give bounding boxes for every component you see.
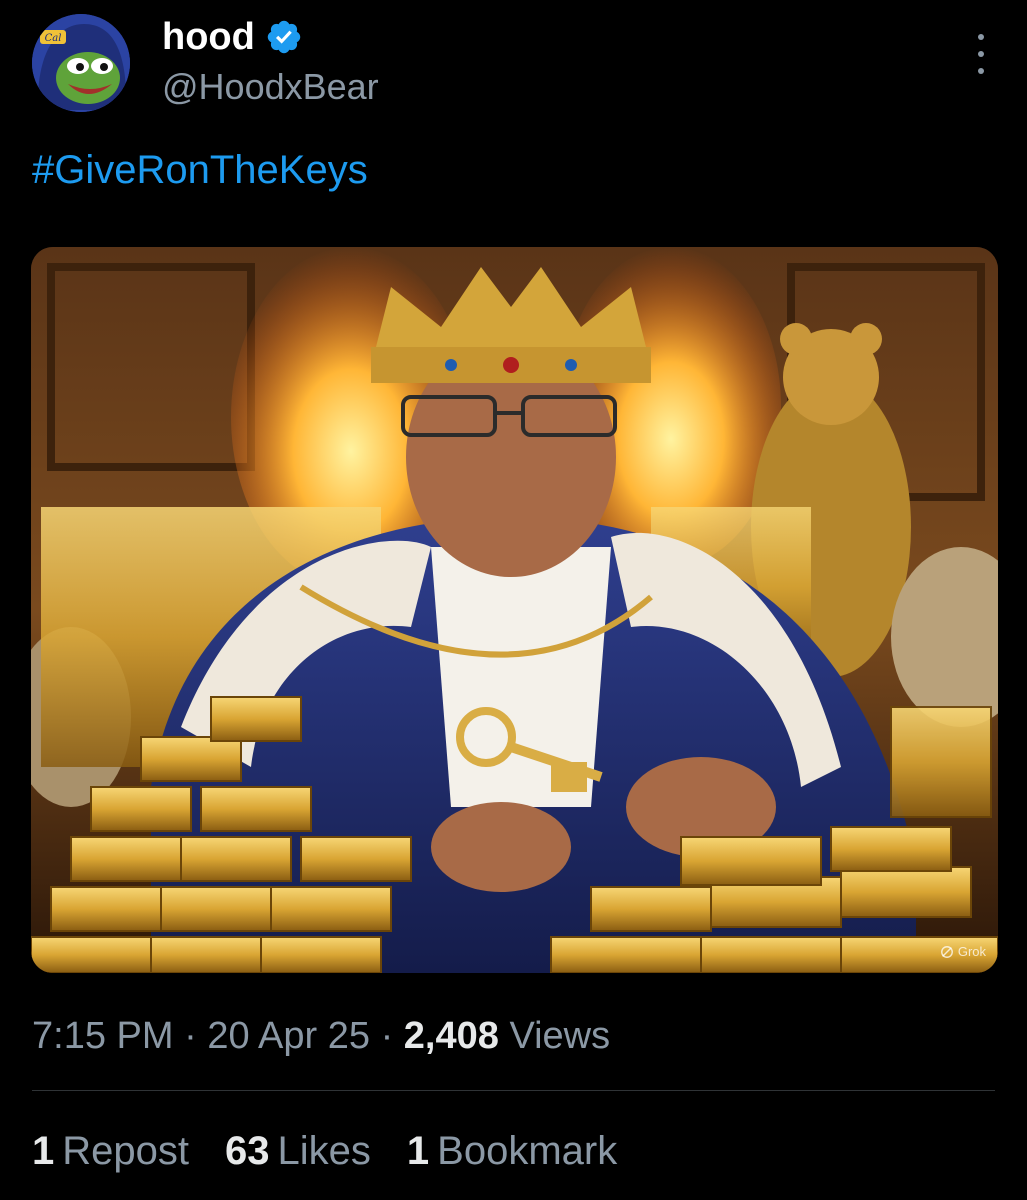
media-watermark: Grok xyxy=(940,944,986,959)
likes-label: Likes xyxy=(277,1129,371,1173)
verified-badge-icon[interactable] xyxy=(265,18,303,56)
bookmarks-label: Bookmark xyxy=(437,1129,618,1173)
reposts-label: Repost xyxy=(62,1129,189,1173)
hashtag-link[interactable]: #GiveRonTheKeys xyxy=(32,148,368,192)
author-handle[interactable]: @HoodxBear xyxy=(162,64,379,110)
views-label: Views xyxy=(509,1015,611,1057)
avatar[interactable]: Cal xyxy=(32,14,130,112)
avatar-image: Cal xyxy=(32,14,130,112)
views-count: 2,408 xyxy=(403,1015,499,1057)
post-media-image[interactable]: Grok xyxy=(31,247,998,973)
divider xyxy=(32,1090,995,1091)
more-options-icon[interactable] xyxy=(969,34,993,74)
post-meta: 7:15 PM · 20 Apr 25 · 2,408 Views xyxy=(32,1010,610,1062)
meta-separator: · xyxy=(184,1015,197,1057)
post-date[interactable]: 20 Apr 25 xyxy=(207,1015,370,1057)
reposts-stat[interactable]: 1 Repost xyxy=(32,1125,189,1177)
post-text: #GiveRonTheKeys xyxy=(32,142,368,198)
post-stats: 1 Repost 63 Likes 1 Bookmark xyxy=(32,1125,617,1177)
bookmarks-stat[interactable]: 1 Bookmark xyxy=(407,1125,617,1177)
media-watermark-text: Grok xyxy=(957,944,986,959)
grok-logo-icon xyxy=(940,945,953,958)
post-time[interactable]: 7:15 PM xyxy=(32,1015,174,1057)
meta-separator: · xyxy=(380,1015,394,1057)
author-name-row: hood xyxy=(162,14,303,60)
king-with-gold-image xyxy=(31,247,998,973)
likes-stat[interactable]: 63 Likes xyxy=(225,1125,371,1177)
display-name[interactable]: hood xyxy=(162,14,255,60)
reposts-count: 1 xyxy=(32,1129,55,1173)
likes-count: 63 xyxy=(225,1129,270,1173)
bookmarks-count: 1 xyxy=(406,1129,430,1173)
svg-text:Cal: Cal xyxy=(45,33,62,44)
